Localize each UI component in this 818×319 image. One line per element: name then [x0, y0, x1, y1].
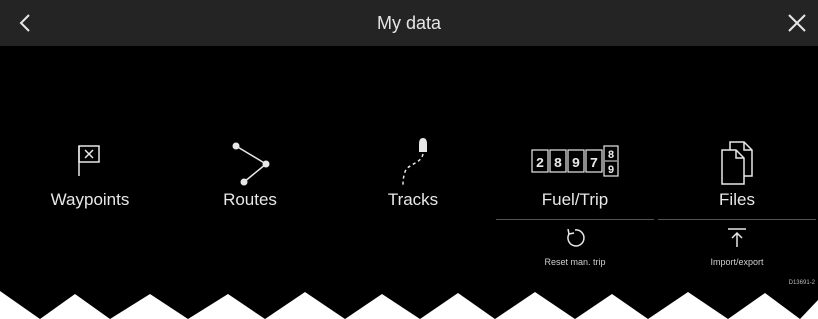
torn-edge	[0, 291, 818, 319]
